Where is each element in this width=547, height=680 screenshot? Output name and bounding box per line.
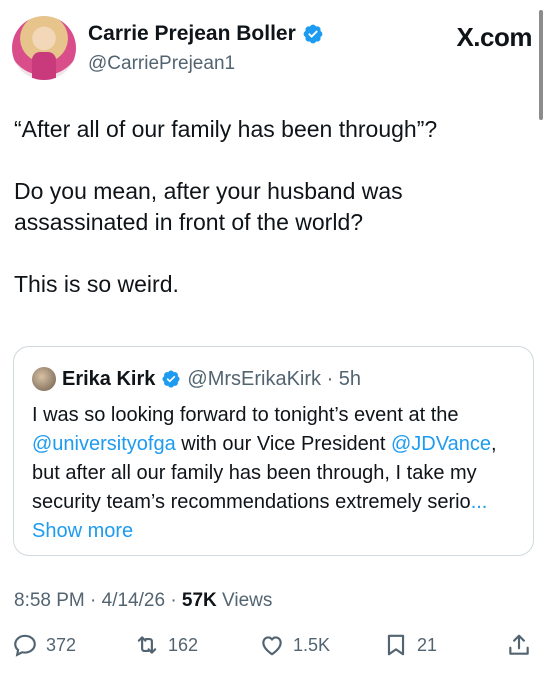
quoted-name: Erika Kirk [62, 367, 156, 390]
repost-count: 162 [168, 634, 199, 655]
bookmark-count: 21 [417, 634, 438, 655]
post-meta: 8:58 PM · 4/14/26 · 57K Views [14, 590, 272, 612]
post-paragraph: This is so weird. [14, 271, 179, 297]
name-row: Carrie Prejean Boller [88, 22, 324, 46]
like-count: 1.5K [293, 634, 331, 655]
quoted-header: Erika Kirk @MrsErikaKirk · 5h [32, 367, 361, 391]
like-icon [262, 636, 282, 656]
like-button[interactable]: 1.5K [259, 632, 330, 658]
post-header: Carrie Prejean Boller @CarriePrejean1 X.… [12, 16, 532, 82]
repost-icon [137, 636, 157, 654]
views-count: 57K [181, 590, 217, 611]
reply-button[interactable]: 372 [12, 632, 76, 658]
post-text: “After all of our family has been throug… [14, 114, 524, 331]
bookmark-icon [387, 634, 405, 656]
quoted-text-part: I was so looking forward to tonight’s ev… [32, 404, 459, 426]
avatar[interactable] [12, 16, 76, 80]
mention-link[interactable]: @universityofga [32, 433, 176, 455]
post-paragraph: “After all of our family has been throug… [14, 116, 438, 142]
reply-icon [14, 634, 36, 657]
verified-badge-icon [303, 24, 323, 44]
views-label: Views [216, 590, 273, 611]
quoted-avatar [32, 367, 56, 391]
quoted-post[interactable]: Erika Kirk @MrsErikaKirk · 5h I was so l… [13, 346, 534, 556]
bookmark-button[interactable]: 21 [383, 632, 437, 658]
display-name[interactable]: Carrie Prejean Boller [88, 22, 296, 46]
share-button[interactable] [506, 632, 532, 658]
post-timestamp[interactable]: 8:58 PM · 4/14/26 · [14, 590, 182, 611]
x-logo: X.com [456, 22, 532, 52]
quoted-text-part: with our Vice President [175, 433, 391, 455]
action-bar: 372 162 1.5K 21 [12, 632, 536, 668]
scrollbar[interactable] [539, 10, 543, 120]
quoted-text: I was so looking forward to tonight’s ev… [32, 401, 522, 546]
user-handle[interactable]: @CarriePrejean1 [88, 53, 235, 75]
post-paragraph: Do you mean, after your husband was assa… [14, 178, 403, 235]
share-icon [509, 634, 529, 655]
reply-count: 372 [46, 634, 77, 655]
repost-button[interactable]: 162 [134, 632, 198, 658]
verified-badge-icon [162, 370, 180, 388]
quoted-handle-time: @MrsErikaKirk · 5h [187, 367, 362, 390]
mention-link[interactable]: @JDVance [391, 433, 491, 455]
